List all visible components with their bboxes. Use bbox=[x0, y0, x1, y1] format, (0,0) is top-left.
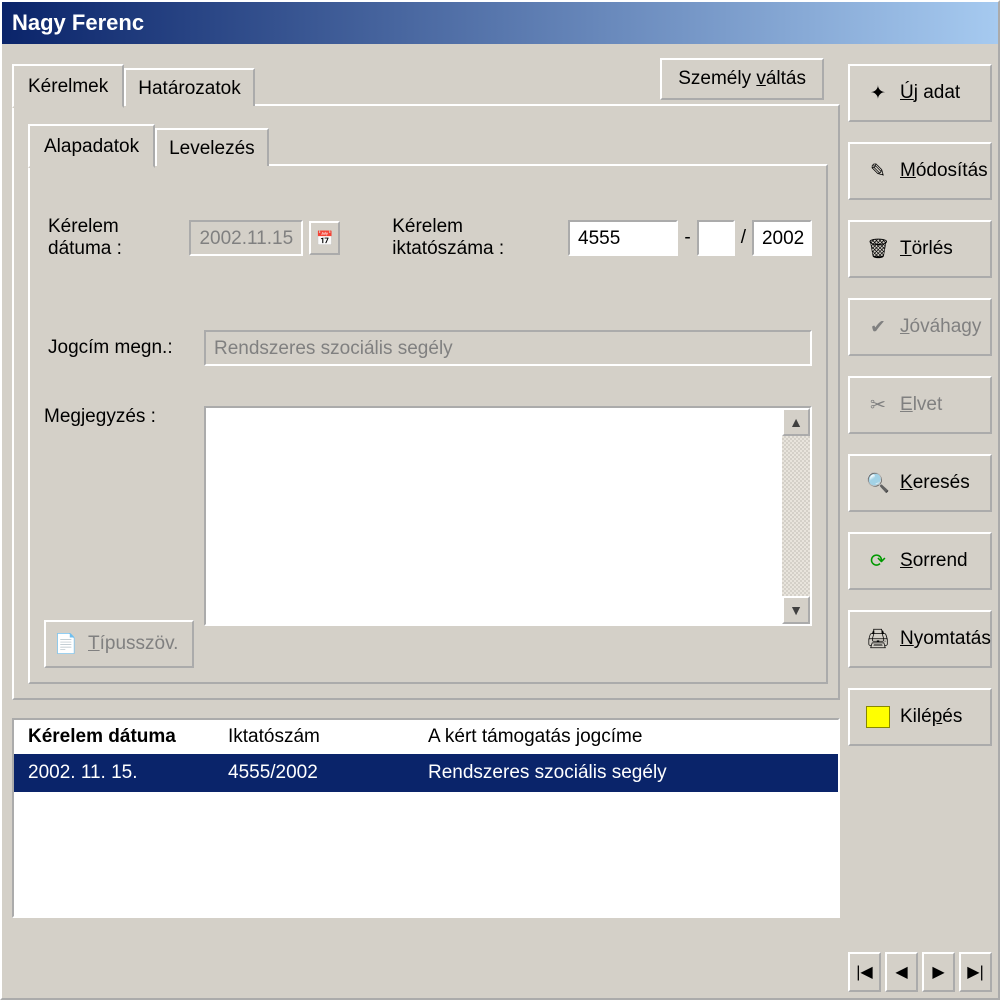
row-note: Megjegyzés : 📄 Típusszöv. ▲ ▼ bbox=[44, 406, 812, 668]
jogcim-label: Jogcím megn.: bbox=[48, 337, 198, 359]
col-reg[interactable]: Iktatószám bbox=[228, 726, 428, 748]
approve-label: Jóváhagy bbox=[900, 316, 981, 338]
scroll-up-icon[interactable]: ▲ bbox=[782, 408, 810, 436]
tab-kerelmek[interactable]: Kérelmek bbox=[12, 64, 124, 108]
cell-title: Rendszeres szociális segély bbox=[428, 762, 824, 784]
sort-label: Sorrend bbox=[900, 550, 968, 572]
exit-icon bbox=[866, 706, 890, 728]
scroll-track[interactable] bbox=[782, 436, 810, 596]
requests-grid: Kérelem dátuma Iktatószám A kért támogat… bbox=[12, 718, 840, 918]
col-date[interactable]: Kérelem dátuma bbox=[28, 726, 228, 748]
approve-button: ✔ Jóváhagy bbox=[848, 298, 992, 356]
title-bar: Nagy Ferenc bbox=[2, 2, 998, 44]
note-label: Megjegyzés : bbox=[44, 406, 194, 428]
table-row[interactable]: 2002. 11. 15. 4555/2002 Rendszeres szoci… bbox=[14, 754, 838, 792]
modify-icon: ✎ bbox=[866, 159, 890, 183]
nav-last-icon[interactable]: ▶| bbox=[959, 952, 992, 992]
cell-date: 2002. 11. 15. bbox=[28, 762, 228, 784]
side-panel: ✦ Új adat ✎ Módosítás 🗑 Törlés ✔ Jóváhag… bbox=[848, 44, 998, 998]
inner-tab-body: Kérelem dátuma : 2002.11.15 📅 Kérelem ik… bbox=[28, 164, 828, 684]
cell-reg: 4555/2002 bbox=[228, 762, 428, 784]
delete-label: Törlés bbox=[900, 238, 953, 260]
regnum-sub-field[interactable] bbox=[697, 220, 735, 256]
col-title[interactable]: A kért támogatás jogcíme bbox=[428, 726, 824, 748]
check-icon: ✔ bbox=[866, 315, 890, 339]
regnum-label: Kérelem iktatószáma : bbox=[392, 216, 562, 260]
nav-first-icon[interactable]: |◀ bbox=[848, 952, 881, 992]
row-date-regnum: Kérelem dátuma : 2002.11.15 📅 Kérelem ik… bbox=[48, 216, 812, 260]
calendar-icon[interactable]: 📅 bbox=[309, 221, 340, 255]
regnum-dash: - bbox=[684, 227, 690, 249]
search-icon: 🔍 bbox=[866, 471, 890, 495]
outer-tab-body: Személy váltás Alapadatok Levelezés Kére… bbox=[12, 104, 840, 700]
refresh-icon: ⟳ bbox=[866, 549, 890, 573]
modify-button[interactable]: ✎ Módosítás bbox=[848, 142, 992, 200]
window-title: Nagy Ferenc bbox=[12, 10, 144, 36]
modify-label: Módosítás bbox=[900, 160, 988, 182]
new-button[interactable]: ✦ Új adat bbox=[848, 64, 992, 122]
sort-button[interactable]: ⟳ Sorrend bbox=[848, 532, 992, 590]
exit-button[interactable]: Kilépés bbox=[848, 688, 992, 746]
tipusszov-button: 📄 Típusszöv. bbox=[44, 620, 194, 668]
new-icon: ✦ bbox=[866, 81, 890, 105]
app-window: Nagy Ferenc Kérelmek Határozatok Személy… bbox=[0, 0, 1000, 1000]
print-button[interactable]: 🖨 Nyomtatás bbox=[848, 610, 992, 668]
search-button[interactable]: 🔍 Keresés bbox=[848, 454, 992, 512]
regnum-year-field[interactable]: 2002 bbox=[752, 220, 812, 256]
tab-alapadatok[interactable]: Alapadatok bbox=[28, 124, 155, 168]
tab-levelezes[interactable]: Levelezés bbox=[155, 128, 269, 166]
inner-tab-row: Alapadatok Levelezés bbox=[28, 124, 828, 166]
scissors-icon: ✂ bbox=[866, 393, 890, 417]
outer-tab-row: Kérelmek Határozatok bbox=[12, 64, 840, 106]
reject-label: Elvet bbox=[900, 394, 942, 416]
date-label: Kérelem dátuma : bbox=[48, 216, 183, 260]
regnum-slash: / bbox=[741, 227, 746, 249]
new-label: Új adat bbox=[900, 82, 960, 104]
regnum-main-field[interactable]: 4555 bbox=[568, 220, 678, 256]
nav-prev-icon[interactable]: ◀ bbox=[885, 952, 918, 992]
tab-hatarozatok[interactable]: Határozatok bbox=[124, 68, 254, 106]
print-label: Nyomtatás bbox=[900, 628, 991, 650]
record-nav: |◀ ◀ ▶ ▶| bbox=[848, 952, 992, 992]
date-field[interactable]: 2002.11.15 bbox=[189, 220, 303, 256]
note-textarea[interactable]: ▲ ▼ bbox=[204, 406, 812, 626]
tipusszov-label: Típusszöv. bbox=[88, 633, 178, 655]
printer-icon: 🖨 bbox=[866, 627, 890, 651]
reject-button: ✂ Elvet bbox=[848, 376, 992, 434]
scroll-down-icon[interactable]: ▼ bbox=[782, 596, 810, 624]
nav-next-icon[interactable]: ▶ bbox=[922, 952, 955, 992]
main-panel: Kérelmek Határozatok Személy váltás Alap… bbox=[2, 44, 848, 998]
exit-label: Kilépés bbox=[900, 706, 962, 728]
row-jogcim: Jogcím megn.: Rendszeres szociális segél… bbox=[48, 330, 812, 366]
trash-icon: 🗑 bbox=[866, 237, 890, 261]
content-area: Kérelmek Határozatok Személy váltás Alap… bbox=[2, 44, 998, 998]
jogcim-field: Rendszeres szociális segély bbox=[204, 330, 812, 366]
delete-button[interactable]: 🗑 Törlés bbox=[848, 220, 992, 278]
search-label: Keresés bbox=[900, 472, 970, 494]
grid-header: Kérelem dátuma Iktatószám A kért támogat… bbox=[14, 720, 838, 754]
document-icon: 📄 bbox=[54, 632, 78, 656]
